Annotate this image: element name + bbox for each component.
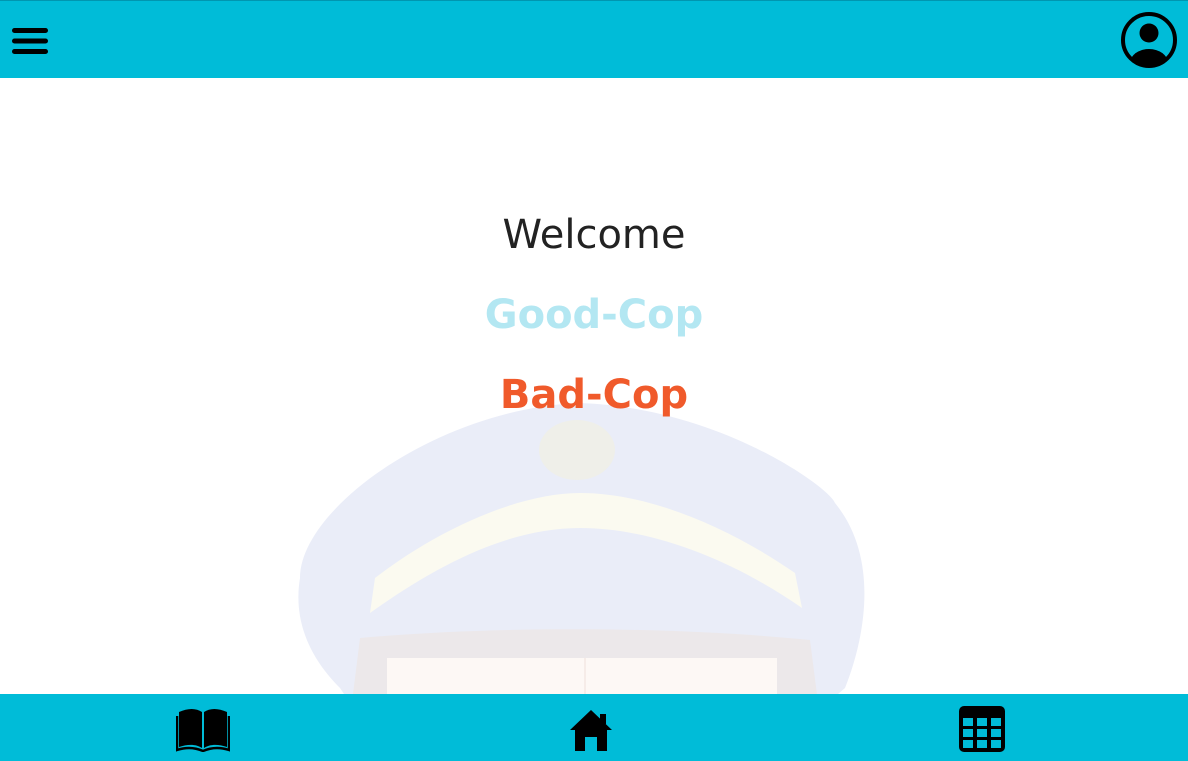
nav-book-button[interactable]	[175, 702, 231, 756]
bottom-navigation-bar	[0, 694, 1188, 761]
bad-cop-button[interactable]: Bad-Cop	[0, 372, 1188, 418]
menu-button[interactable]	[8, 21, 52, 61]
open-book-icon	[176, 709, 230, 752]
welcome-heading: Welcome	[502, 212, 686, 258]
top-app-bar	[0, 0, 1188, 78]
home-icon	[570, 710, 612, 751]
nav-calendar-button[interactable]	[954, 702, 1010, 756]
hamburger-menu-icon	[12, 28, 48, 54]
calendar-grid-icon	[959, 706, 1005, 752]
police-hat-watermark	[298, 403, 865, 694]
nav-home-button[interactable]	[563, 702, 619, 756]
good-cop-button[interactable]: Good-Cop	[0, 292, 1188, 338]
user-circle-icon	[1121, 12, 1177, 68]
main-content: Welcome Good-Cop Bad-Cop	[0, 78, 1188, 694]
profile-button[interactable]	[1120, 11, 1178, 69]
